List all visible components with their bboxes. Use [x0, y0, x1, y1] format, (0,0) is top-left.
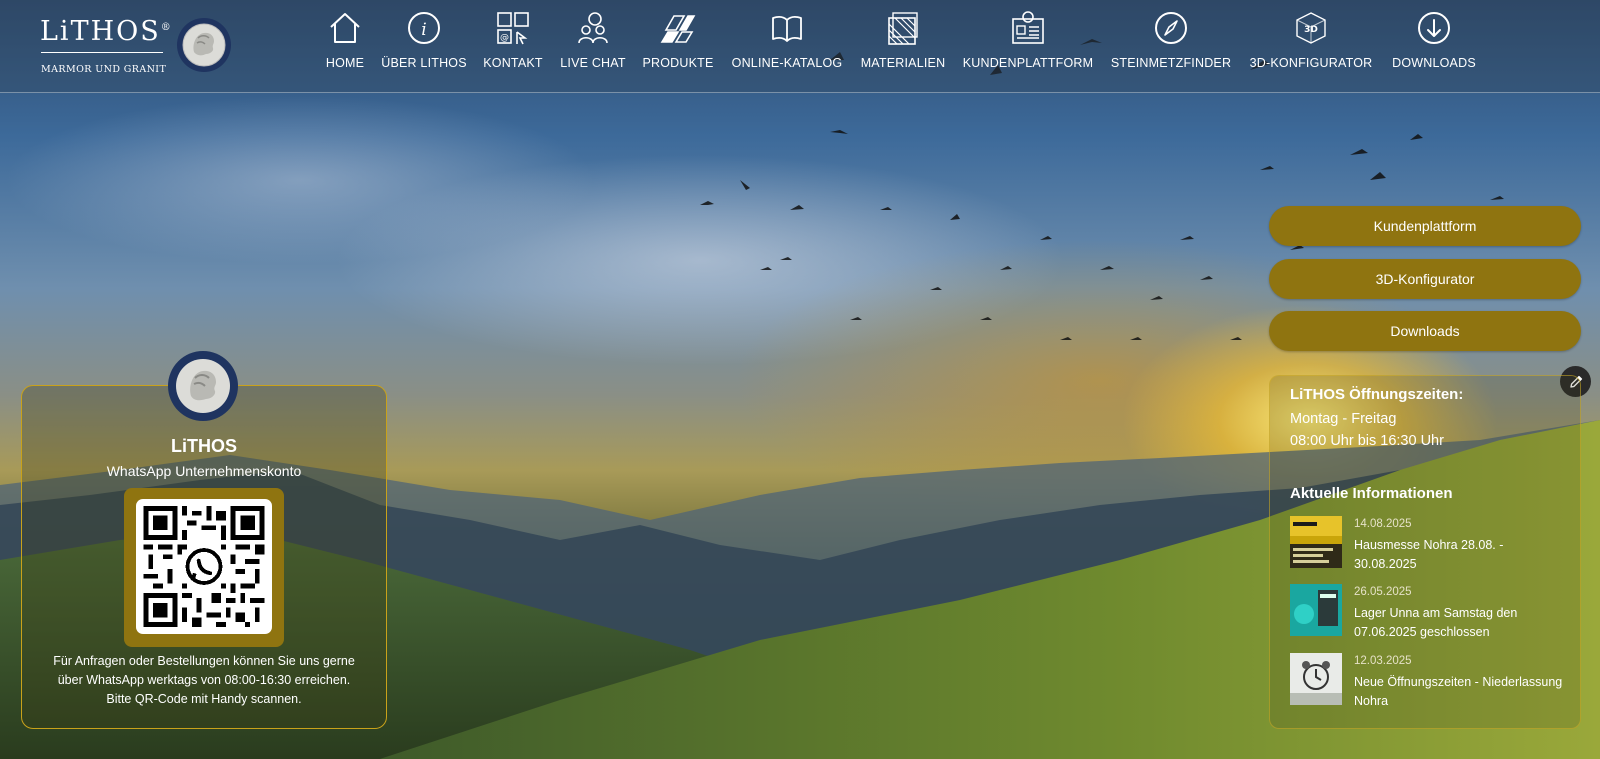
- news-date: 14.08.2025: [1354, 518, 1412, 530]
- news-link[interactable]: Hausmesse Nohra 28.08. - 30.08.2025: [1354, 536, 1564, 574]
- nav-item-ueber-lithos[interactable]: i ÜBER LITHOS: [381, 10, 467, 76]
- news-item[interactable]: 26.05.2025 Lager Unna am Samstag den 07.…: [1290, 584, 1570, 640]
- opening-hours-days: Montag - Freitag: [1290, 411, 1397, 427]
- opening-hours-time: 08:00 Uhr bis 16:30 Uhr: [1290, 433, 1444, 449]
- news-thumbnail-image: [1290, 653, 1342, 705]
- news-thumbnail-image: [1290, 516, 1342, 568]
- whatsapp-company-name: LiTHOS: [171, 436, 237, 456]
- whatsapp-qr-code-icon: [143, 506, 265, 627]
- cube-3d-icon: 3D: [1296, 12, 1326, 44]
- home-icon: [330, 13, 360, 43]
- nav-item-materialien[interactable]: MATERIALIEN: [860, 10, 946, 76]
- nav-item-3d-konfigurator[interactable]: 3D 3D-KONFIGURATOR: [1249, 10, 1373, 76]
- news-title: Aktuelle Informationen: [1290, 485, 1453, 502]
- whatsapp-subtitle: WhatsApp Unternehmenskonto: [106, 463, 302, 479]
- kundenplattform-button[interactable]: Kundenplattform: [1269, 206, 1581, 246]
- svg-text:@: @: [500, 33, 509, 43]
- compass-icon: [1155, 12, 1187, 44]
- nav-item-steinmetzfinder[interactable]: STEINMETZFINDER: [1111, 10, 1231, 76]
- download-icon: [1418, 12, 1450, 44]
- svg-text:i: i: [421, 20, 426, 40]
- materials-icon: [888, 12, 918, 45]
- downloads-button[interactable]: Downloads: [1269, 311, 1581, 351]
- customer-platform-icon: [1012, 11, 1044, 44]
- book-icon: [772, 16, 802, 42]
- contact-icon: @: [497, 12, 529, 45]
- live-chat-icon: [578, 12, 608, 44]
- products-icon: [660, 15, 696, 43]
- nav-item-home[interactable]: HOME: [325, 10, 365, 76]
- 3d-konfigurator-button[interactable]: 3D-Konfigurator: [1269, 259, 1581, 299]
- nav-item-online-katalog[interactable]: ONLINE-KATALOG: [730, 10, 844, 76]
- news-item[interactable]: 14.08.2025 Hausmesse Nohra 28.08. - 30.0…: [1290, 516, 1570, 572]
- nav-item-downloads[interactable]: DOWNLOADS: [1392, 10, 1476, 76]
- site-header: LiTHOS® MARMOR UND GRANIT HOME i ÜBER LI…: [0, 0, 1600, 93]
- info-icon: i: [408, 12, 440, 44]
- nav-item-live-chat[interactable]: LIVE CHAT: [560, 10, 626, 76]
- info-panel: LiTHOS Öffnungszeiten: Montag - Freitag …: [1269, 375, 1581, 729]
- nav-item-kontakt[interactable]: @ KONTAKT: [483, 10, 543, 76]
- news-date: 12.03.2025: [1354, 655, 1412, 667]
- news-link[interactable]: Neue Öffnungszeiten - Niederlassung Nohr…: [1354, 673, 1564, 711]
- svg-text:3D: 3D: [1304, 25, 1318, 35]
- main-nav: HOME i ÜBER LITHOS @ KONTAKT LIVE CHAT P…: [0, 0, 1600, 93]
- opening-hours-title: LiTHOS Öffnungszeiten:: [1290, 386, 1464, 403]
- news-date: 26.05.2025: [1354, 586, 1412, 598]
- coin-emblem-icon: [168, 351, 238, 421]
- news-link[interactable]: Lager Unna am Samstag den 07.06.2025 ges…: [1354, 604, 1564, 642]
- nav-item-produkte[interactable]: PRODUKTE: [642, 10, 713, 76]
- nav-item-kundenplattform[interactable]: KUNDENPLATTFORM: [963, 10, 1093, 76]
- news-item[interactable]: 12.03.2025 Neue Öffnungszeiten - Niederl…: [1290, 653, 1570, 709]
- news-thumbnail-image: [1290, 584, 1342, 636]
- whatsapp-instructions: Für Anfragen oder Bestellungen können Si…: [53, 654, 355, 706]
